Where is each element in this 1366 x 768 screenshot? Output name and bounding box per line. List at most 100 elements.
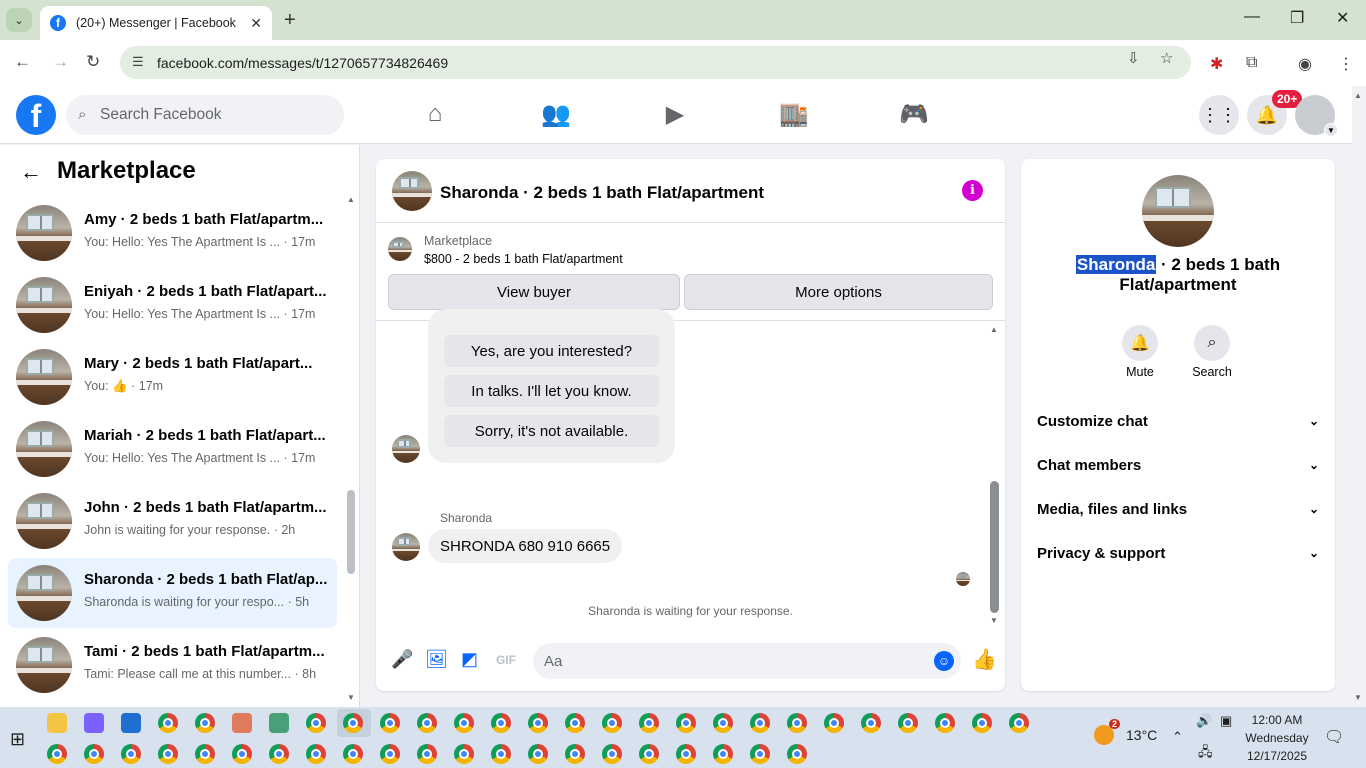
chrome-icon[interactable] <box>195 744 215 764</box>
chrome-icon[interactable] <box>565 713 585 733</box>
chrome-icon[interactable] <box>454 713 474 733</box>
quick-reply-option[interactable]: Sorry, it's not available. <box>444 415 659 447</box>
conversation-item[interactable]: Amy · 2 beds 1 bath Flat/apartm... You: H… <box>8 198 337 268</box>
chrome-icon[interactable] <box>380 713 400 733</box>
chrome-icon[interactable] <box>158 713 178 733</box>
conversation-item[interactable]: Tami · 2 beds 1 bath Flat/apartm... Tami:… <box>8 630 337 700</box>
chrome-icon[interactable] <box>47 744 67 764</box>
scroll-down-arrow[interactable]: ▼ <box>347 693 355 702</box>
chrome-icon[interactable] <box>380 744 400 764</box>
chrome-icon[interactable] <box>454 744 474 764</box>
chrome-icon[interactable] <box>417 744 437 764</box>
chrome-icon[interactable] <box>528 713 548 733</box>
conversation-item[interactable]: Mary · 2 beds 1 bath Flat/apart... You: 👍… <box>8 342 337 412</box>
paint-icon[interactable] <box>232 713 252 733</box>
conversation-item[interactable]: Sharonda · 2 beds 1 bath Flat/ap... Sharo… <box>8 558 337 628</box>
chat-title[interactable]: Sharonda · 2 beds 1 bath Flat/apartment <box>440 183 764 203</box>
chrome-icon[interactable] <box>787 744 807 764</box>
chat-scroll-down-arrow[interactable]: ▼ <box>990 616 998 625</box>
chrome-icon[interactable] <box>1009 713 1029 733</box>
privacy-support-section[interactable]: Privacy & support ⌄ <box>1037 531 1319 575</box>
chrome-icon[interactable] <box>676 713 696 733</box>
chrome-icon[interactable] <box>417 713 437 733</box>
photo-icon[interactable]: 🖼 <box>425 649 448 670</box>
chrome-icon[interactable] <box>602 744 622 764</box>
profile-avatar[interactable] <box>1142 175 1214 247</box>
chat-members-section[interactable]: Chat members ⌄ <box>1037 443 1319 487</box>
emoji-icon[interactable]: ☺ <box>934 651 954 671</box>
conversation-item[interactable]: Eniyah · 2 beds 1 bath Flat/apart... You:… <box>8 270 337 340</box>
chrome-icon[interactable] <box>750 713 770 733</box>
chrome-icon[interactable] <box>306 713 326 733</box>
chrome-icon[interactable] <box>972 713 992 733</box>
search-action[interactable]: ⌕ Search <box>1182 325 1242 379</box>
system-clock[interactable]: 12:00 AM Wednesday 12/17/2025 <box>1236 711 1318 765</box>
new-tab-button[interactable]: + <box>284 9 296 32</box>
site-info-icon[interactable]: ☰ <box>132 54 144 70</box>
extensions-puzzle-icon[interactable]: ⧉ <box>1246 54 1257 72</box>
chrome-icon[interactable] <box>158 744 178 764</box>
chrome-icon[interactable] <box>528 744 548 764</box>
chrome-icon[interactable] <box>343 744 363 764</box>
chrome-icon[interactable] <box>750 744 770 764</box>
sidebar-scrollbar[interactable] <box>347 490 355 574</box>
chat-listing-thumbnail[interactable] <box>392 171 432 211</box>
bookmark-star-icon[interactable]: ☆ <box>1160 49 1173 67</box>
chrome-icon[interactable] <box>306 744 326 764</box>
speaker-icon[interactable]: 🔊 <box>1196 713 1212 729</box>
chrome-icon[interactable] <box>639 744 659 764</box>
chrome-icon[interactable] <box>232 744 252 764</box>
chrome-icon[interactable] <box>787 713 807 733</box>
weather-widget[interactable]: 2 13°C <box>1094 719 1157 745</box>
scroll-up-arrow[interactable]: ▲ <box>347 195 355 204</box>
chrome-icon[interactable] <box>824 713 844 733</box>
back-button[interactable]: ← <box>14 52 31 72</box>
facebook-search-input[interactable]: ⌕ Search Facebook <box>66 95 344 135</box>
listing-price[interactable]: $800 - 2 beds 1 bath Flat/apartment <box>424 252 623 266</box>
message-input[interactable]: Aa <box>533 643 961 679</box>
network-icon[interactable]: 🖧 <box>1198 743 1213 765</box>
sender-avatar[interactable] <box>392 435 420 463</box>
maximize-button[interactable]: ❐ <box>1290 8 1304 28</box>
media-files-links-section[interactable]: Media, files and links ⌄ <box>1037 487 1319 531</box>
chrome-icon[interactable] <box>713 744 733 764</box>
chrome-icon[interactable] <box>898 713 918 733</box>
conversation-item[interactable]: Mariah · 2 beds 1 bath Flat/apart... You:… <box>8 414 337 484</box>
keyboard-icon[interactable] <box>121 713 141 733</box>
chrome-icon[interactable] <box>565 744 585 764</box>
conversation-item[interactable]: John · 2 beds 1 bath Flat/apartm... John … <box>8 486 337 556</box>
chrome-icon[interactable] <box>269 744 289 764</box>
chrome-icon[interactable] <box>491 713 511 733</box>
message-bubble[interactable]: SHRONDA 680 910 6665 <box>428 529 623 563</box>
thumbs-up-icon[interactable]: 👍 <box>972 647 997 672</box>
chrome-icon[interactable] <box>84 744 104 764</box>
chrome-icon[interactable] <box>602 713 622 733</box>
chrome-icon[interactable] <box>195 713 215 733</box>
chat-scroll-up-arrow[interactable]: ▲ <box>990 325 998 334</box>
page-scroll-up-arrow[interactable]: ▲ <box>1354 91 1362 100</box>
quick-reply-option[interactable]: Yes, are you interested? <box>444 335 659 367</box>
tab-search-button[interactable]: ⌄ <box>6 8 32 32</box>
page-scroll-down-arrow[interactable]: ▼ <box>1354 693 1362 702</box>
view-buyer-button[interactable]: View buyer <box>388 274 680 310</box>
sticker-icon[interactable]: ◩ <box>461 649 478 670</box>
friends-icon[interactable]: 👥 <box>541 100 571 129</box>
copilot-icon[interactable] <box>84 713 104 733</box>
minimize-button[interactable]: — <box>1244 8 1260 26</box>
marketplace-icon[interactable]: 🏬 <box>779 100 809 129</box>
chrome-icon[interactable] <box>121 744 141 764</box>
notification-center-icon[interactable]: 🗨 <box>1324 727 1344 747</box>
more-options-button[interactable]: More options <box>684 274 993 310</box>
watch-icon[interactable]: ▶ <box>660 100 690 129</box>
close-window-button[interactable]: ✕ <box>1336 8 1349 28</box>
quick-reply-option[interactable]: In talks. I'll let you know. <box>444 375 659 407</box>
chrome-icon[interactable] <box>343 713 363 733</box>
address-bar[interactable]: ☰ facebook.com/messages/t/12706577348264… <box>120 46 1191 79</box>
app-icon[interactable] <box>269 713 289 733</box>
chrome-icon[interactable] <box>639 713 659 733</box>
browser-tab[interactable]: f (20+) Messenger | Facebook ✕ <box>40 6 272 40</box>
browser-menu-icon[interactable]: ⋮ <box>1338 54 1354 74</box>
chrome-icon[interactable] <box>861 713 881 733</box>
chrome-icon[interactable] <box>676 744 696 764</box>
show-hidden-icons-chevron-icon[interactable]: ⌃ <box>1172 729 1183 745</box>
